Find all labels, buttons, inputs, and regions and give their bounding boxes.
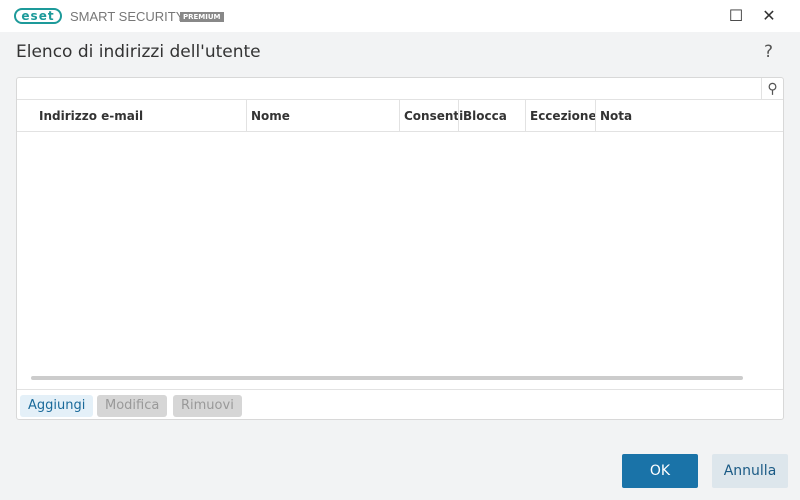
maximize-button[interactable]: ☐ bbox=[726, 6, 746, 25]
column-note[interactable]: Nota bbox=[595, 100, 783, 132]
page-title: Elenco di indirizzi dell'utente bbox=[16, 42, 261, 62]
search-icon[interactable]: ⚲ bbox=[761, 78, 783, 100]
column-allow[interactable]: Consenti bbox=[399, 100, 463, 132]
list-actions: Aggiungi Modifica Rimuovi bbox=[17, 389, 783, 419]
column-exception[interactable]: Eccezione bbox=[525, 100, 597, 132]
help-button[interactable]: ? bbox=[764, 42, 773, 62]
add-button[interactable]: Aggiungi bbox=[20, 395, 94, 417]
eset-logo: eset bbox=[14, 8, 62, 24]
edition-badge: PREMIUM bbox=[180, 12, 224, 22]
column-name[interactable]: Nome bbox=[246, 100, 399, 132]
ok-button[interactable]: OK bbox=[622, 454, 698, 488]
close-button[interactable]: ✕ bbox=[759, 6, 779, 25]
cancel-button[interactable]: Annulla bbox=[712, 454, 788, 488]
title-bar: eset SMART SECURITY PREMIUM ☐ ✕ bbox=[0, 0, 800, 32]
column-block[interactable]: Blocca bbox=[458, 100, 525, 132]
horizontal-scrollbar[interactable] bbox=[31, 376, 743, 380]
product-name: SMART SECURITY bbox=[70, 9, 185, 24]
edit-button[interactable]: Modifica bbox=[97, 395, 168, 417]
search-input[interactable]: ⚲ bbox=[17, 78, 783, 100]
table-header: Indirizzo e-mail Nome Consenti Blocca Ec… bbox=[17, 100, 783, 132]
remove-button[interactable]: Rimuovi bbox=[173, 395, 242, 417]
address-list-panel: ⚲ Indirizzo e-mail Nome Consenti Blocca … bbox=[16, 77, 784, 420]
column-email[interactable]: Indirizzo e-mail bbox=[17, 100, 246, 132]
